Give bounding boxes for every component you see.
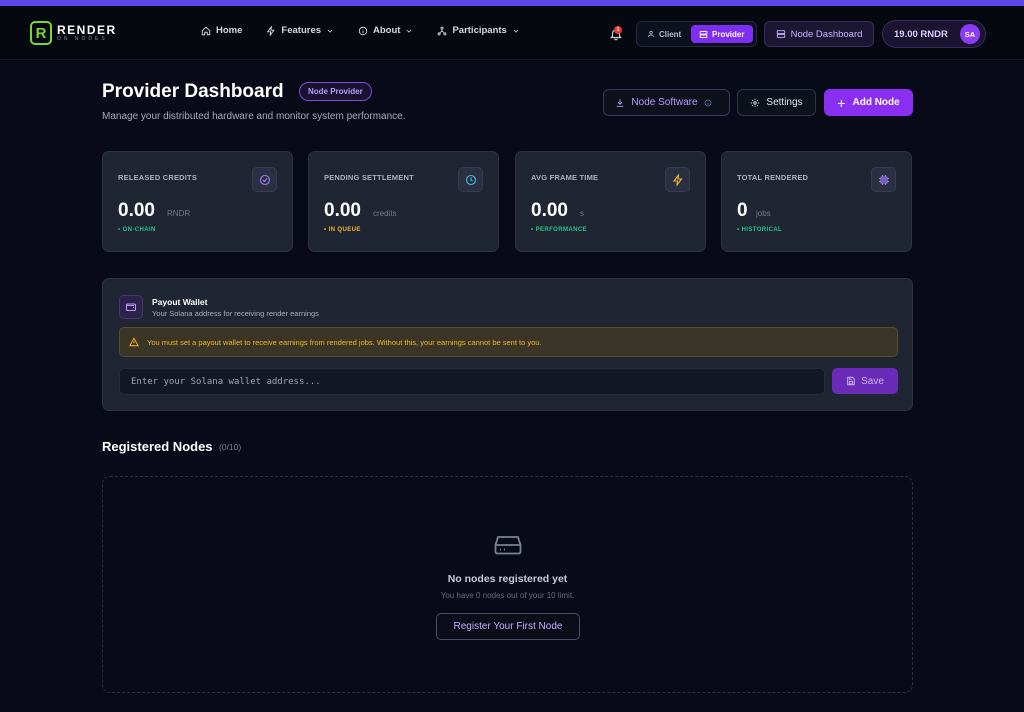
node-dashboard-label: Node Dashboard (790, 28, 863, 40)
warning-icon (129, 337, 139, 347)
wallet-warning-text: You must set a payout wallet to receive … (147, 337, 542, 347)
stat-label: RELEASED CREDITS (118, 173, 198, 182)
nav-participants-label: Participants (452, 25, 507, 36)
nav-features-label: Features (281, 25, 322, 36)
stat-value: 0.00 (118, 200, 155, 221)
stat-tag: • ON-CHAIN (118, 227, 156, 233)
stat-value: 0 (737, 200, 748, 221)
gear-icon (751, 98, 760, 107)
role-client-button[interactable]: Client (639, 25, 691, 43)
brand-tagline: ON NODES (57, 36, 108, 42)
wallet-icon-box (119, 295, 143, 319)
stat-value: 0.00 (324, 200, 361, 221)
top-navbar: R RENDER ON NODES Home Features About Pa… (0, 6, 1024, 60)
stat-unit: credits (373, 209, 397, 218)
stat-icon-box (458, 167, 483, 192)
plus-icon: + (837, 94, 846, 111)
register-first-node-button[interactable]: Register Your First Node (436, 613, 580, 640)
node-dashboard-button[interactable]: Node Dashboard (764, 21, 874, 47)
stat-icon-box (252, 167, 277, 192)
clock-icon (465, 174, 476, 185)
hard-drive-icon (494, 536, 522, 555)
stat-label: PENDING SETTLEMENT (324, 173, 414, 182)
role-client-label: Client (659, 29, 682, 39)
stat-icon-box (665, 167, 690, 192)
stat-tag: • IN QUEUE (324, 227, 361, 233)
add-node-button[interactable]: + Add Node (824, 89, 913, 116)
chevron-down-icon (407, 29, 412, 33)
empty-state-subtitle: You have 0 nodes out of your 10 limit. (440, 591, 575, 600)
avatar[interactable]: SA (960, 24, 980, 44)
stat-value: 0.00 (531, 200, 568, 221)
nav-home[interactable]: Home (201, 25, 242, 36)
nav-home-label: Home (216, 25, 243, 36)
settings-button[interactable]: Settings (737, 89, 816, 116)
stat-label: TOTAL RENDERED (737, 173, 809, 182)
chevron-down-icon (327, 29, 333, 33)
server-icon (699, 30, 708, 38)
role-provider-button[interactable]: Provider (691, 25, 753, 43)
registered-nodes-count: (0/10) (219, 442, 242, 452)
nav-features[interactable]: Features (266, 25, 334, 36)
home-icon (201, 26, 211, 35)
nav-about[interactable]: About (358, 25, 413, 36)
main-menu: Home Features About Participants (201, 25, 544, 36)
stat-unit: s (580, 209, 584, 218)
payout-wallet-panel: Payout Wallet Your Solana address for re… (102, 278, 913, 411)
stat-card-total-rendered: TOTAL RENDERED 0 jobs • HISTORICAL (721, 151, 912, 252)
info-icon (704, 99, 711, 106)
user-icon (647, 30, 655, 38)
cpu-icon (878, 174, 889, 185)
page-subtitle: Manage your distributed hardware and mon… (102, 111, 406, 122)
wallet-title: Payout Wallet (152, 297, 208, 307)
node-software-label: Node Software (631, 97, 698, 108)
logo-mark-icon: R (30, 21, 52, 45)
stat-tag: • HISTORICAL (737, 227, 783, 233)
stat-unit: jobs (756, 209, 771, 218)
brand-logo[interactable]: R RENDER ON NODES (30, 20, 117, 46)
save-icon (847, 376, 855, 386)
registered-nodes-title: Registered Nodes (102, 439, 213, 454)
role-switcher: Client Provider (636, 21, 757, 47)
network-icon (438, 26, 447, 35)
nodes-empty-state: No nodes registered yet You have 0 nodes… (102, 476, 913, 693)
stat-card-pending-settlement: PENDING SETTLEMENT 0.00 credits • IN QUE… (308, 151, 499, 252)
bolt-icon (672, 173, 683, 186)
balance-amount: 19.00 RNDR (894, 28, 948, 40)
wallet-subtitle: Your Solana address for receiving render… (152, 309, 319, 318)
save-label: Save (861, 375, 884, 387)
wallet-warning-banner: You must set a payout wallet to receive … (119, 327, 898, 357)
balance-pill[interactable]: 19.00 RNDR SA (882, 20, 986, 48)
stat-label: AVG FRAME TIME (531, 173, 599, 182)
wallet-address-input[interactable] (119, 368, 825, 395)
server-icon (776, 30, 785, 38)
add-node-label: Add Node (852, 97, 900, 108)
notification-badge: 1 (614, 26, 622, 34)
nav-about-label: About (373, 25, 401, 36)
nav-participants[interactable]: Participants (437, 25, 519, 36)
stat-unit: RNDR (167, 209, 191, 218)
node-software-button[interactable]: Node Software (603, 89, 730, 116)
brand-name: RENDER (57, 23, 117, 37)
stat-tag: • PERFORMANCE (531, 227, 587, 233)
save-wallet-button[interactable]: Save (832, 368, 898, 394)
check-circle-icon (259, 174, 270, 185)
role-provider-label: Provider (712, 29, 745, 39)
node-provider-badge: Node Provider (299, 82, 372, 101)
page-title: Provider Dashboard (102, 81, 284, 102)
info-icon (358, 26, 368, 35)
settings-label: Settings (766, 97, 803, 108)
stat-card-avg-frame-time: AVG FRAME TIME 0.00 s • PERFORMANCE (515, 151, 706, 252)
bolt-icon (267, 25, 276, 36)
wallet-icon (125, 303, 137, 312)
download-icon (617, 98, 624, 107)
stat-card-released-credits: RELEASED CREDITS 0.00 RNDR • ON-CHAIN (102, 151, 293, 252)
stat-icon-box (871, 167, 896, 192)
chevron-down-icon (513, 29, 519, 33)
empty-state-title: No nodes registered yet (447, 573, 568, 585)
